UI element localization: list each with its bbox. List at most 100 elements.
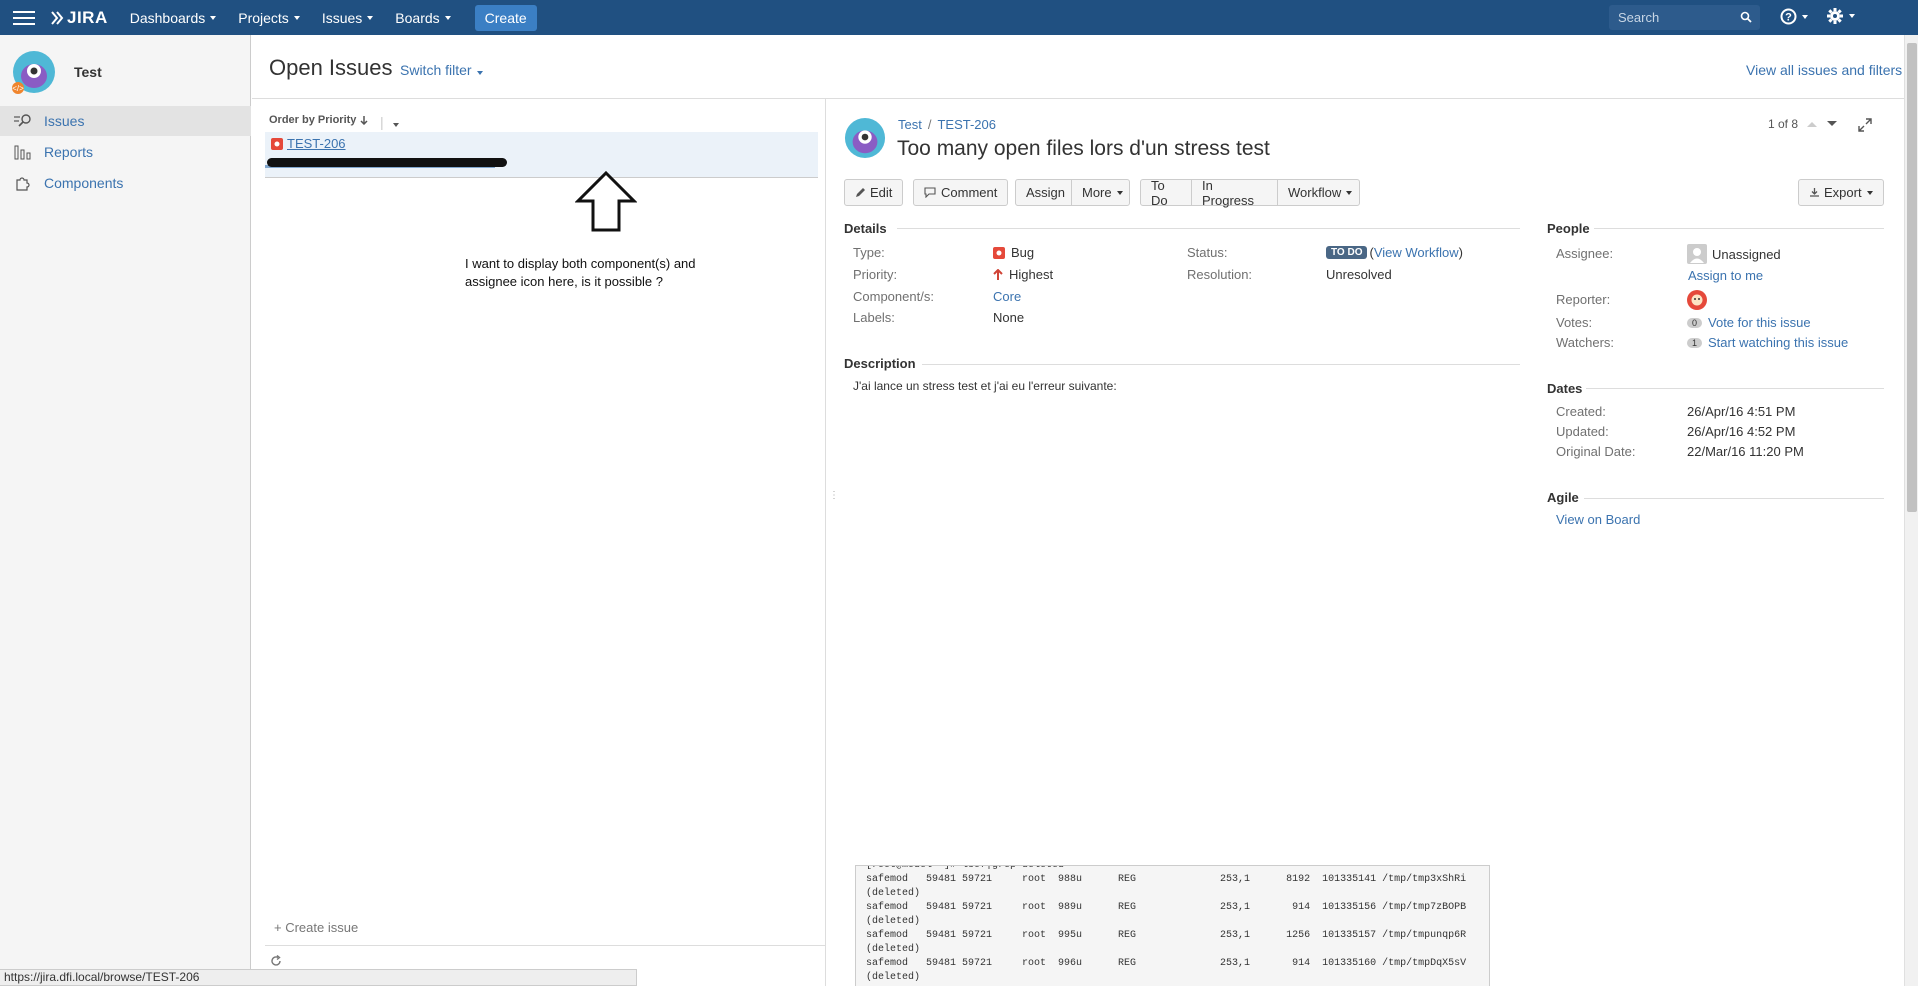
order-by-label: Order by Priority [269, 114, 357, 126]
issue-list-item[interactable]: TEST-206 [265, 132, 818, 178]
redacted-summary-scribble [267, 158, 507, 167]
workflow-button[interactable]: Workflow [1277, 179, 1360, 206]
to-do-button[interactable]: To Do [1140, 177, 1192, 208]
labels-value: None [993, 310, 1025, 325]
settings-menu[interactable] [1826, 7, 1855, 25]
priority-highest-arrow-icon [993, 268, 1003, 280]
issue-pager: 1 of 8 [1768, 117, 1838, 131]
type-value: Bug [993, 245, 1034, 260]
jira-logo[interactable]: JIRA [49, 8, 108, 28]
gear-icon [1827, 8, 1843, 24]
switch-filter-link[interactable]: Switch filter [400, 62, 483, 78]
chevron-down-icon [444, 15, 451, 20]
nav-issues[interactable]: Issues [321, 9, 374, 26]
refresh-icon[interactable] [270, 955, 282, 967]
type-value-text: Bug [1011, 245, 1035, 260]
bug-icon [993, 246, 1005, 259]
priority-value-text: Highest [1009, 267, 1054, 282]
previous-issue-icon[interactable] [1806, 120, 1818, 128]
code-line: (deleted) [866, 916, 921, 927]
assignee-label: Assignee: [1556, 246, 1614, 261]
dates-divider [1586, 388, 1884, 389]
scrollbar-thumb[interactable] [1907, 43, 1917, 512]
type-label: Type: [853, 245, 885, 260]
page-title: Open Issues [269, 55, 393, 80]
code-line: (deleted) [866, 944, 921, 955]
comment-button-label: Comment [941, 185, 998, 200]
sidebar-item-issues[interactable]: Issues [0, 106, 251, 136]
project-header[interactable]: </> Test [12, 50, 102, 94]
help-icon: ? [1780, 8, 1797, 25]
edit-button-label: Edit [870, 185, 893, 200]
comment-icon [924, 187, 936, 198]
breadcrumb: Test / TEST-206 [898, 117, 996, 132]
search-icon[interactable] [1740, 11, 1752, 23]
search-placeholder: Search [1618, 10, 1660, 25]
watchers-label: Watchers: [1556, 335, 1615, 350]
vote-for-issue-link[interactable]: Vote for this issue [1708, 315, 1811, 330]
export-button[interactable]: Export [1798, 179, 1884, 206]
watchers-value: 1 Start watching this issue [1687, 335, 1848, 350]
component-core-link[interactable]: Core [993, 289, 1021, 304]
menu-icon[interactable] [13, 10, 35, 25]
more-button-label: More [1082, 185, 1112, 200]
top-navigation-bar: JIRA Dashboards Projects Issues Boards C… [0, 0, 1918, 35]
bug-icon [271, 137, 283, 150]
nav-dashboards-label: Dashboards [129, 9, 206, 26]
expand-icon[interactable] [1858, 118, 1872, 132]
chevron-down-icon [210, 15, 217, 20]
assign-button[interactable]: Assign [1015, 179, 1072, 206]
panel-resize-handle[interactable]: ⋮ [829, 490, 839, 501]
status-badge: TO DO [1326, 246, 1368, 259]
list-footer-divider [265, 945, 825, 946]
in-progress-button-label: In Progress [1202, 177, 1255, 208]
jira-logo-text: JIRA [67, 7, 108, 27]
resolution-label: Resolution: [1187, 267, 1253, 282]
created-label: Created: [1556, 404, 1606, 419]
nav-projects[interactable]: Projects [238, 10, 300, 26]
reporter-label: Reporter: [1556, 292, 1611, 307]
details-divider [897, 228, 1520, 229]
nav-boards[interactable]: Boards [395, 10, 451, 26]
order-by-priority[interactable]: Order by Priority [269, 114, 369, 126]
agile-divider [1584, 498, 1884, 499]
help-menu[interactable]: ? [1780, 8, 1808, 25]
edit-button[interactable]: Edit [844, 179, 904, 206]
view-on-board-link[interactable]: View on Board [1556, 512, 1640, 527]
breadcrumb-issue-key[interactable]: TEST-206 [937, 117, 996, 132]
to-do-button-label: To Do [1151, 177, 1168, 208]
view-all-issues-link[interactable]: View all issues and filters [1746, 62, 1902, 78]
code-line: safemod 59481 59721 root 988u REG 253,1 … [866, 874, 1467, 885]
nav-dashboards[interactable]: Dashboards [130, 10, 217, 26]
reporter-avatar[interactable] [1687, 290, 1707, 310]
chevron-down-icon [1116, 190, 1123, 195]
view-workflow-link[interactable]: View Workflow [1374, 245, 1459, 260]
chevron-down-icon [1802, 14, 1808, 19]
people-section-title: People [1547, 221, 1590, 236]
sidebar-item-reports[interactable]: Reports [0, 137, 251, 167]
create-issue-link[interactable]: + Create issue [274, 920, 358, 935]
search-input[interactable]: Search [1609, 5, 1760, 30]
start-watching-link[interactable]: Start watching this issue [1708, 335, 1848, 350]
page-scrollbar[interactable] [1904, 35, 1918, 986]
switch-filter-label: Switch filter [400, 62, 472, 78]
code-line: safemod 59481 59721 root 989u REG 253,1 … [866, 902, 1467, 913]
project-name: Test [74, 64, 102, 80]
issue-key-text: TEST-206 [287, 136, 346, 151]
code-line: [root@model ~]# lsof|grep deleted [866, 865, 1065, 871]
more-button[interactable]: More [1071, 179, 1130, 206]
next-issue-icon[interactable] [1826, 120, 1838, 128]
priority-value: Highest [993, 267, 1053, 282]
in-progress-button[interactable]: In Progress [1191, 177, 1278, 208]
issue-key-link[interactable]: TEST-206 [271, 136, 346, 151]
monster-avatar-icon: </> [12, 51, 55, 94]
comment-button[interactable]: Comment [913, 179, 1009, 206]
nav-issues-label: Issues [321, 9, 363, 26]
code-line: (deleted) [866, 888, 921, 899]
create-button[interactable]: Create [474, 4, 537, 31]
breadcrumb-project[interactable]: Test [898, 117, 922, 132]
sidebar-item-components[interactable]: Components [0, 168, 251, 198]
assign-to-me-link[interactable]: Assign to me [1688, 268, 1763, 283]
annotation-up-arrow-icon [575, 171, 637, 232]
order-options-menu[interactable]: | [380, 114, 399, 130]
